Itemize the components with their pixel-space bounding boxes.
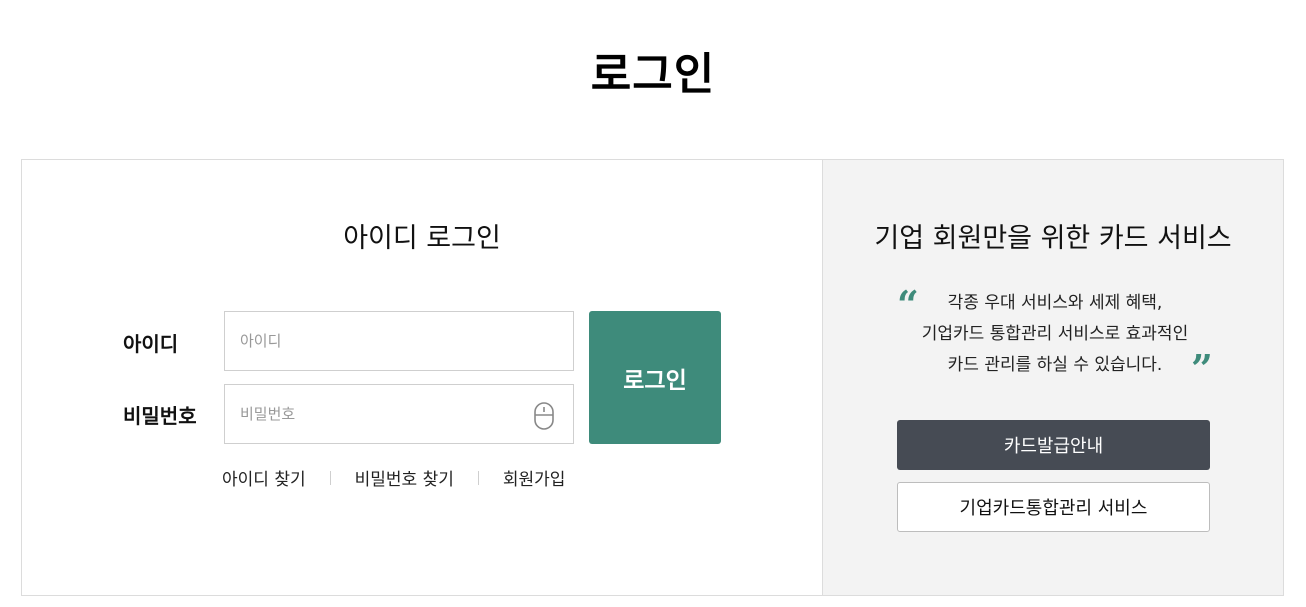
id-label: 아이디 [123,332,179,356]
id-login-title: 아이디 로그인 [343,223,501,254]
link-divider [477,470,479,485]
promo-title: 기업 회원만을 위한 카드 서비스 [874,223,1232,254]
close-quote-icon: ” [1191,346,1213,391]
corporate-card-promo: 기업 회원만을 위한 카드 서비스 “ 각종 우대 서비스와 세제 혜택, 기업… [822,160,1283,595]
find-id-link[interactable]: 아이디 찾기 [222,465,306,490]
id-field-wrapper [224,311,574,371]
login-panel: 아이디 로그인 아이디 비밀번호 로그인 아이디 찾기 비밀번호 찾기 회원가입 [21,159,1284,596]
mouse-icon[interactable] [533,401,555,431]
promo-description: 각종 우대 서비스와 세제 혜택, 기업카드 통합관리 서비스로 효과적인 카드… [899,288,1211,381]
account-links: 아이디 찾기 비밀번호 찾기 회원가입 [222,465,565,490]
id-login-section: 아이디 로그인 아이디 비밀번호 로그인 아이디 찾기 비밀번호 찾기 회원가입 [22,160,822,595]
password-field-wrapper [224,384,574,444]
password-label: 비밀번호 [123,404,197,428]
find-password-link[interactable]: 비밀번호 찾기 [355,465,454,490]
promo-line: 각종 우대 서비스와 세제 혜택, [947,293,1163,313]
card-issuance-guide-button[interactable]: 카드발급안내 [897,420,1210,470]
corporate-card-management-button[interactable]: 기업카드통합관리 서비스 [897,482,1210,532]
link-divider [329,470,331,485]
id-input[interactable] [225,312,573,370]
promo-line: 기업카드 통합관리 서비스로 효과적인 [921,324,1189,344]
password-input[interactable] [225,385,573,443]
page-title: 로그인 [590,49,716,100]
signup-link[interactable]: 회원가입 [503,465,566,490]
login-button[interactable]: 로그인 [589,311,721,444]
promo-line: 카드 관리를 하실 수 있습니다. [947,355,1163,375]
